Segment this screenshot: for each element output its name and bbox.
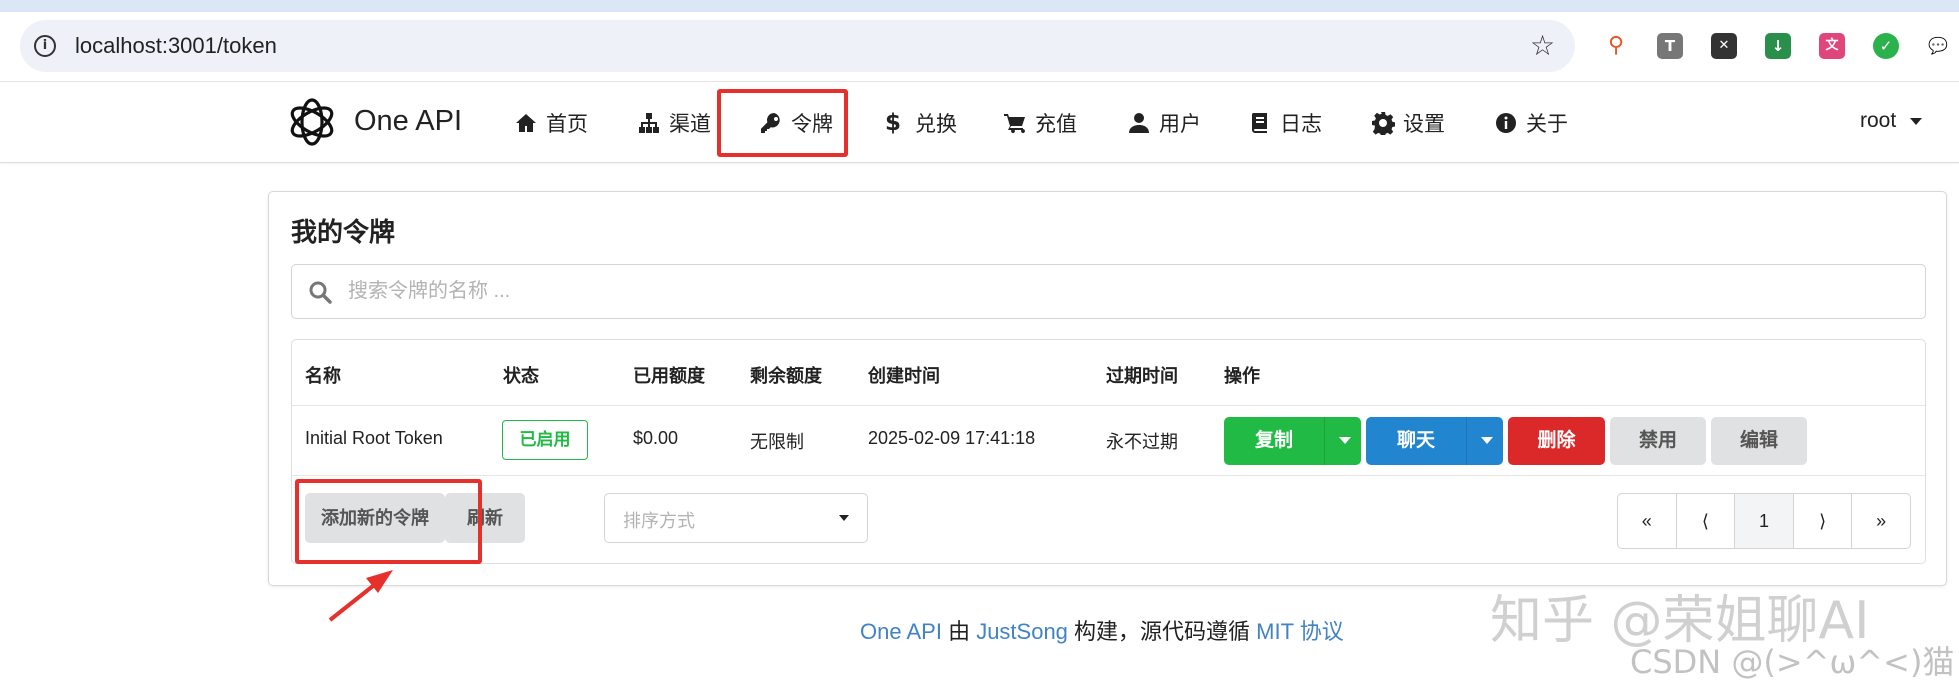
column-header-remaining: 剩余额度 [750,366,822,386]
username: root [1860,109,1897,132]
token-name: Initial Root Token [305,428,443,448]
nav-redeem[interactable]: $ 兑换 [885,105,957,141]
site-info-icon[interactable]: i [34,35,56,57]
header-divider [292,405,1925,406]
row-divider [292,475,1925,476]
nav-logs-label: 日志 [1280,113,1322,136]
sort-select[interactable]: 排序方式 [604,493,868,543]
openai-logo-icon[interactable] [285,95,339,149]
nav-settings-label: 设置 [1403,113,1445,136]
copy-label: 复制 [1254,430,1293,451]
annotation-highlight-tokens [717,89,848,157]
extension-translate-icon[interactable]: 文 [1819,33,1845,59]
tokens-table: 名称 状态 已用额度 剩余额度 创建时间 过期时间 操作 Initial Roo… [291,339,1926,564]
chat-button[interactable]: 聊天 [1366,417,1503,465]
nav-settings[interactable]: 设置 [1371,105,1445,141]
token-expires: 永不过期 [1106,432,1178,452]
user-menu[interactable]: root [1860,109,1923,133]
page-current-button[interactable]: 1 [1735,494,1794,548]
address-bar[interactable]: i localhost:3001/token ☆ [20,20,1575,72]
column-header-created: 创建时间 [868,366,940,386]
page-title: 我的令牌 [291,217,396,247]
chat-dropdown-icon[interactable] [1481,437,1493,444]
footer-text-by: 由 [941,619,977,644]
nav-home[interactable]: 首页 [514,105,588,141]
page-last-button[interactable]: » [1852,494,1910,548]
search-input[interactable] [348,265,1908,318]
brand-name[interactable]: One API [354,105,462,138]
watermark-csdn: CSDN @(>^ω^<)猫 [1630,643,1955,681]
extension-download-icon[interactable]: ↓ [1765,33,1791,59]
footer-oneapi-link[interactable]: One API [860,619,942,644]
nav-logs[interactable]: 日志 [1248,105,1322,141]
column-header-expires: 过期时间 [1106,366,1178,386]
home-icon [516,114,536,132]
token-created: 2025-02-09 17:41:18 [868,428,1036,448]
status-badge: 已启用 [502,420,588,460]
nav-topup-label: 充值 [1035,113,1077,136]
column-header-used: 已用额度 [633,366,705,386]
page-first-button[interactable]: « [1618,494,1677,548]
footer-license-link[interactable]: MIT 协议 [1256,619,1344,644]
browser-toolbar: i localhost:3001/token ☆ ⚲ T ✕ ↓ 文 ✓ 💬 [0,12,1959,82]
column-header-status: 状态 [503,366,539,386]
copy-split-divider [1324,417,1325,465]
chat-label: 聊天 [1396,430,1435,451]
disable-button[interactable]: 禁用 [1610,417,1706,465]
nav-channels-label: 渠道 [669,113,711,136]
sort-placeholder: 排序方式 [623,511,695,531]
book-icon [1251,113,1267,133]
nav-home-label: 首页 [546,113,588,136]
cart-icon [1004,114,1025,134]
token-remaining: 无限制 [750,432,804,452]
bookmark-star-icon[interactable]: ☆ [1530,29,1555,62]
page-prev-button[interactable]: ⟨ [1677,494,1736,548]
extension-t-icon[interactable]: T [1657,33,1683,59]
search-box[interactable] [291,264,1926,319]
info-circle-icon [1496,113,1516,133]
chevron-down-icon [1910,117,1923,125]
gear-icon [1372,112,1395,135]
search-icon [309,281,332,304]
nav-about-label: 关于 [1526,113,1568,136]
extension-pin-icon[interactable]: ⚲ [1603,33,1629,59]
token-used: $0.00 [633,428,679,448]
footer-author-link[interactable]: JustSong [976,619,1068,644]
nav-users-label: 用户 [1159,113,1201,136]
extension-check-icon[interactable]: ✓ [1873,33,1899,59]
footer: One API 由 JustSong 构建，源代码遵循 MIT 协议 [860,614,1344,646]
nav-redeem-label: 兑换 [915,113,958,136]
column-header-actions: 操作 [1224,366,1260,386]
copy-dropdown-icon[interactable] [1339,437,1351,444]
column-header-name: 名称 [305,366,341,386]
top-navbar: One API 首页 渠道 令牌 $ 兑换 充值 用户 日志 设置 关于 roo… [0,83,1959,163]
annotation-highlight-add-button [295,479,482,564]
nav-channels[interactable]: 渠道 [637,105,711,141]
chevron-down-icon [839,515,849,521]
extension-x-icon[interactable]: ✕ [1711,33,1737,59]
extension-chat-icon[interactable]: 💬 [1925,33,1951,59]
copy-button[interactable]: 复制 [1224,417,1361,465]
footer-text-license: 构建，源代码遵循 [1067,619,1257,644]
browser-top-strip [0,0,1959,12]
dollar-icon: $ [885,110,902,136]
tokens-card: 我的令牌 名称 状态 已用额度 剩余额度 创建时间 过期时间 操作 Initia… [268,191,1947,586]
page-next-button[interactable]: ⟩ [1794,494,1853,548]
sitemap-icon [639,113,659,133]
chat-split-divider [1466,417,1467,465]
edit-button[interactable]: 编辑 [1711,417,1807,465]
delete-button[interactable]: 删除 [1508,417,1605,465]
nav-users[interactable]: 用户 [1127,105,1201,141]
nav-topup[interactable]: 充值 [1003,105,1077,141]
nav-about[interactable]: 关于 [1494,105,1568,141]
user-icon [1129,113,1149,133]
pagination: « ⟨ 1 ⟩ » [1617,493,1911,549]
url-text[interactable]: localhost:3001/token [75,33,277,59]
